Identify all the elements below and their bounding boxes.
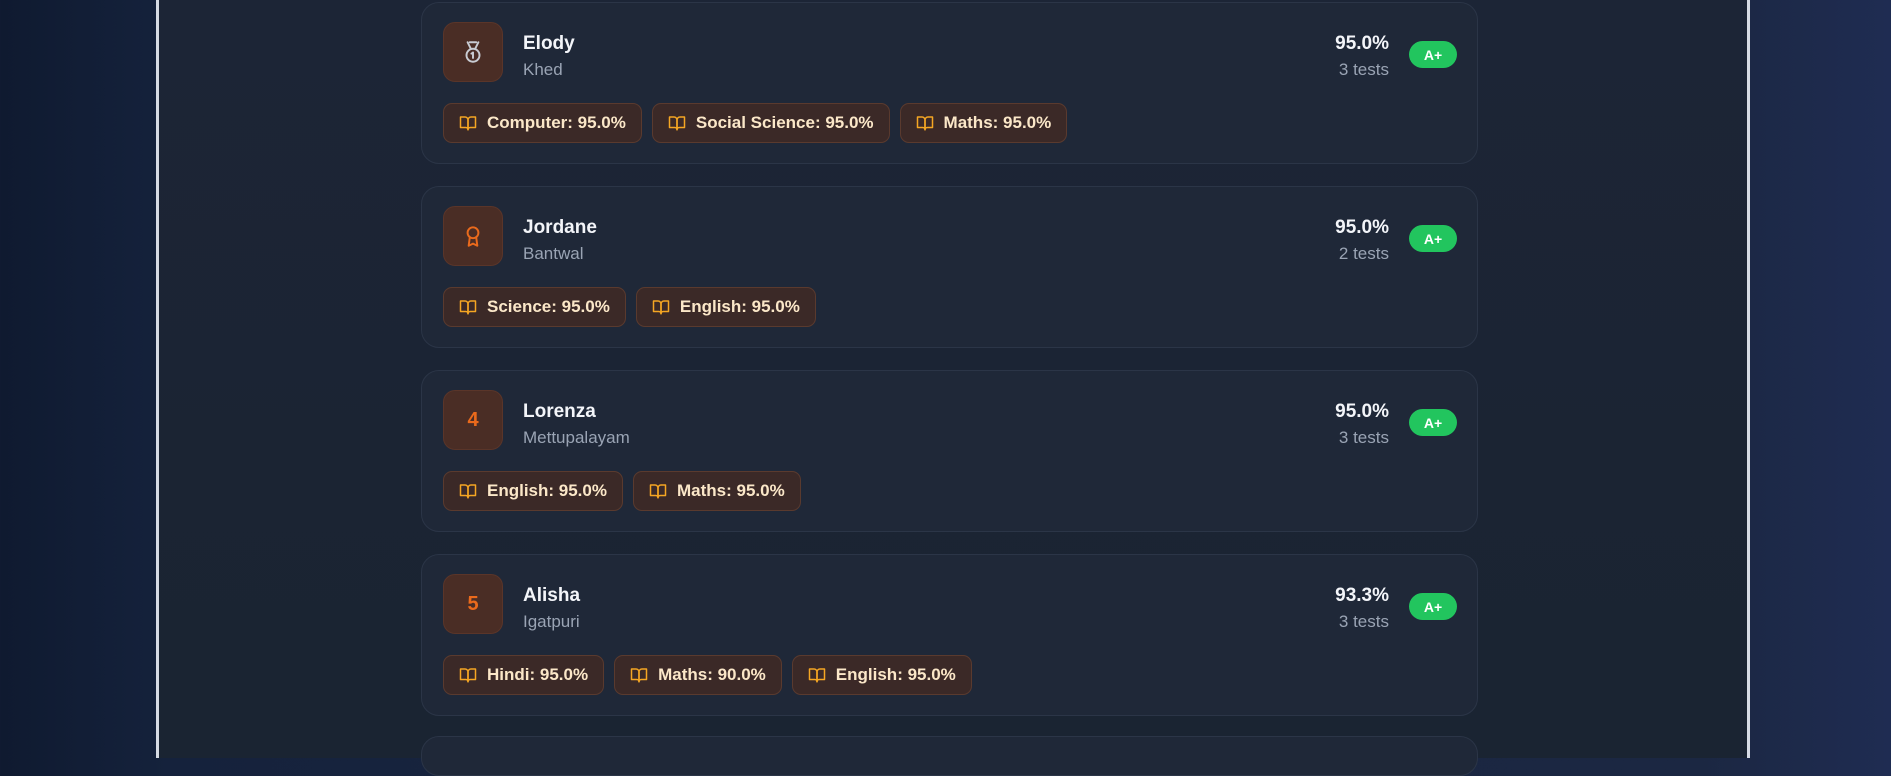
book-icon	[459, 482, 477, 500]
subject-score: Hindi: 95.0%	[487, 665, 589, 684]
subject-score: English: 95.0%	[835, 665, 956, 684]
test-count: 3 tests	[1338, 428, 1389, 447]
book-icon	[459, 114, 477, 132]
student-location: Khed	[523, 60, 563, 79]
subject-chip: English: 95.0%	[443, 471, 623, 511]
student-location: Bantwal	[523, 244, 584, 263]
student-card-partial[interactable]	[421, 736, 1478, 776]
book-icon	[649, 482, 667, 500]
grade-badge: A+	[1409, 41, 1457, 68]
subject-score: Maths: 95.0%	[943, 113, 1052, 132]
subject-score: English: 95.0%	[679, 297, 800, 316]
rank-badge: 4	[443, 390, 503, 450]
subject-chip: Hindi: 95.0%	[443, 655, 605, 695]
subject-score: Maths: 95.0%	[676, 481, 785, 500]
book-icon	[808, 666, 826, 684]
subject-score: Maths: 90.0%	[658, 665, 766, 684]
average-percentage: 93.3%	[1335, 585, 1389, 606]
student-card[interactable]: 5 Alisha Igatpuri 93.3% 3 tests A+ Hindi: 95.0…	[421, 554, 1478, 716]
award-ribbon-icon	[443, 206, 503, 266]
subject-chip: Computer: 95.0%	[443, 103, 642, 143]
test-count: 3 tests	[1338, 612, 1389, 631]
student-card[interactable]: 4 Lorenza Mettupalayam 95.0% 3 tests A+ Englis…	[421, 370, 1478, 532]
book-icon	[916, 114, 934, 132]
subject-chips: Science: 95.0% English: 95.0%	[443, 287, 816, 327]
test-count: 3 tests	[1338, 60, 1389, 79]
book-icon	[459, 666, 477, 684]
subject-chip: English: 95.0%	[791, 655, 972, 695]
subject-score: Social Science: 95.0%	[695, 113, 874, 132]
book-icon	[630, 666, 648, 684]
subject-chips: Hindi: 95.0% Maths: 90.0% English: 95.0%	[443, 655, 972, 695]
subject-score: Computer: 95.0%	[487, 113, 626, 132]
grade-badge: A+	[1409, 593, 1457, 620]
student-name: Alisha	[523, 585, 581, 606]
subject-score: English: 95.0%	[487, 481, 607, 500]
book-icon	[668, 114, 686, 132]
book-icon	[652, 298, 670, 316]
test-count: 2 tests	[1338, 244, 1389, 263]
student-card[interactable]: Jordane Bantwal 95.0% 2 tests A+ Science: 95.…	[421, 186, 1478, 348]
subject-chip: English: 95.0%	[635, 287, 816, 327]
subject-chips: English: 95.0% Maths: 95.0%	[443, 471, 801, 511]
student-name: Jordane	[523, 217, 597, 238]
student-card[interactable]: Elody Khed 95.0% 3 tests A+ Computer: 95.0% So…	[421, 2, 1478, 164]
grade-badge: A+	[1409, 409, 1457, 436]
subject-chip: Maths: 90.0%	[614, 655, 782, 695]
student-location: Mettupalayam	[523, 428, 630, 447]
medal-icon	[443, 22, 503, 82]
grade-badge: A+	[1409, 225, 1457, 252]
average-percentage: 95.0%	[1335, 33, 1389, 54]
subject-chip: Social Science: 95.0%	[651, 103, 890, 143]
subject-chip: Maths: 95.0%	[899, 103, 1068, 143]
subject-score: Science: 95.0%	[487, 297, 610, 316]
average-percentage: 95.0%	[1335, 401, 1389, 422]
average-percentage: 95.0%	[1335, 217, 1389, 238]
subject-chip: Science: 95.0%	[443, 287, 626, 327]
student-name: Lorenza	[523, 401, 596, 422]
student-location: Igatpuri	[523, 612, 580, 631]
rank-badge: 5	[443, 574, 503, 634]
student-name: Elody	[523, 33, 575, 54]
book-icon	[459, 298, 477, 316]
subject-chips: Computer: 95.0% Social Science: 95.0% Math…	[443, 103, 1068, 143]
subject-chip: Maths: 95.0%	[632, 471, 801, 511]
